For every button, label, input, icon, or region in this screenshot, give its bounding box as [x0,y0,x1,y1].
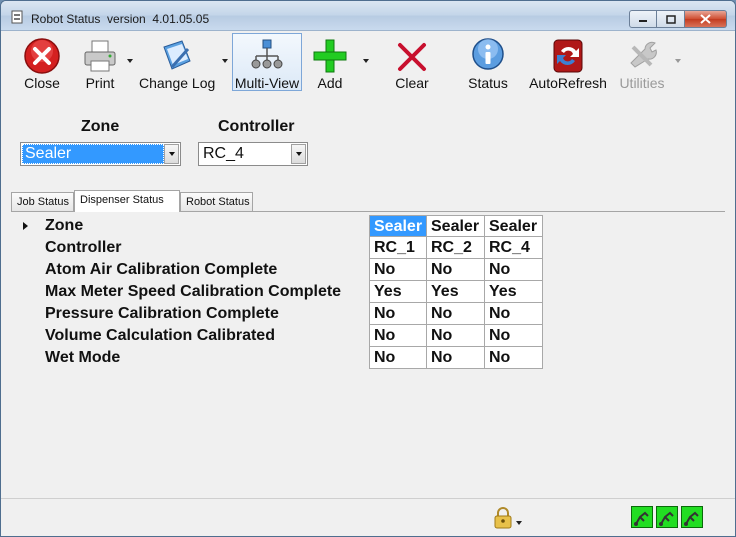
grid-cell[interactable]: Sealer [427,215,485,237]
chevron-down-icon [168,152,175,156]
row-header: Pressure Calibration Complete [45,305,279,322]
printer-icon [84,40,116,72]
controller-label: Controller [218,118,295,135]
grid-cell[interactable]: No [485,303,543,325]
maximize-icon [665,14,676,24]
current-row-pointer-icon [23,222,28,230]
row-header: Zone [45,217,84,234]
row-header: Atom Air Calibration Complete [45,261,278,278]
multi-view-button[interactable]: Multi-View [232,33,302,91]
status-bar [1,498,735,536]
title-bar[interactable]: Robot Status version 4.01.05.05 [1,1,735,31]
logbook-icon [163,40,191,70]
grid-cell[interactable]: No [485,347,543,369]
minimize-button[interactable] [629,10,657,28]
row-header: Controller [45,239,122,256]
grid-cell[interactable]: Sealer [369,215,427,237]
robot-indicator-3 [681,506,703,528]
grid-cell[interactable]: No [427,347,485,369]
close-icon [700,14,711,24]
change-log-label: Change Log [139,75,216,91]
grid-cell[interactable]: No [369,303,427,325]
close-button[interactable]: Close [19,33,65,91]
robot-arm-icon [659,511,674,526]
zone-select-dropdown-button[interactable] [164,144,179,164]
app-window: Robot Status version 4.01.05.05 Close Pr… [0,0,736,537]
row-header: Wet Mode [45,349,121,366]
close-icon [24,38,60,74]
tab-job-status[interactable]: Job Status [11,192,74,211]
clear-label: Clear [395,75,429,91]
minimize-icon [639,20,647,22]
print-dropdown-arrow[interactable] [127,59,133,63]
robot-indicator-2 [656,506,678,528]
grid-cell[interactable]: Yes [485,281,543,303]
grid-cell[interactable]: No [427,325,485,347]
grid-cell[interactable]: No [485,325,543,347]
utilities-button[interactable]: Utilities [617,33,667,91]
row-header: Volume Calculation Calibrated [45,327,275,344]
robot-indicator-1 [631,506,653,528]
close-label: Close [24,75,60,91]
status-label: Status [468,75,508,91]
status-button[interactable]: Status [465,33,511,91]
grid-cell[interactable]: RC_4 [485,237,543,259]
padlock-icon[interactable] [493,507,523,529]
tab-dispenser-status[interactable]: Dispenser Status [74,190,180,212]
clear-button[interactable]: Clear [389,33,435,91]
maximize-button[interactable] [657,10,685,28]
grid-cell[interactable]: Sealer [485,215,543,237]
info-icon [472,38,504,70]
grid-cell[interactable]: Yes [427,281,485,303]
zone-select[interactable]: Sealer [20,142,181,166]
grid-cell[interactable]: Yes [369,281,427,303]
controller-select-value: RC_4 [203,145,244,162]
network-icon [251,39,283,69]
plus-icon [313,39,347,73]
print-button[interactable]: Print [77,33,123,91]
multi-view-label: Multi-View [234,75,300,91]
controller-select[interactable]: RC_4 [198,142,308,166]
grid-cell[interactable]: RC_2 [427,237,485,259]
toolbar: Close Print Change Log Multi-View Add Cl… [1,31,735,93]
close-window-button[interactable] [685,10,727,28]
autorefresh-label: AutoRefresh [529,75,607,91]
refresh-icon [553,39,583,73]
x-mark-icon [398,43,426,71]
add-dropdown-arrow[interactable] [363,59,369,63]
grid-cell[interactable]: No [369,347,427,369]
app-icon [11,10,23,24]
wrench-icon [630,41,657,68]
tab-robot-status[interactable]: Robot Status [180,192,253,211]
grid-cell[interactable]: No [369,325,427,347]
change-log-dropdown-arrow[interactable] [222,59,228,63]
zone-label: Zone [81,118,120,135]
grid-cell[interactable]: No [427,259,485,281]
change-log-button[interactable]: Change Log [139,33,215,91]
robot-arm-icon [684,511,699,526]
robot-arm-icon [634,511,649,526]
utilities-dropdown-arrow[interactable] [675,59,681,63]
row-header: Max Meter Speed Calibration Complete [45,283,342,300]
print-label: Print [85,75,115,91]
grid-cell[interactable]: No [485,259,543,281]
grid-cell[interactable]: No [369,259,427,281]
zone-select-value: Sealer [22,144,164,164]
add-button[interactable]: Add [309,33,351,91]
window-title: Robot Status version 4.01.05.05 [31,12,210,26]
add-label: Add [317,75,343,91]
utilities-label: Utilities [619,75,665,91]
chevron-down-icon [295,152,302,156]
grid-cell[interactable]: No [427,303,485,325]
autorefresh-button[interactable]: AutoRefresh [527,33,609,91]
grid-cell[interactable]: RC_1 [369,237,427,259]
controller-select-dropdown-button[interactable] [291,144,306,164]
